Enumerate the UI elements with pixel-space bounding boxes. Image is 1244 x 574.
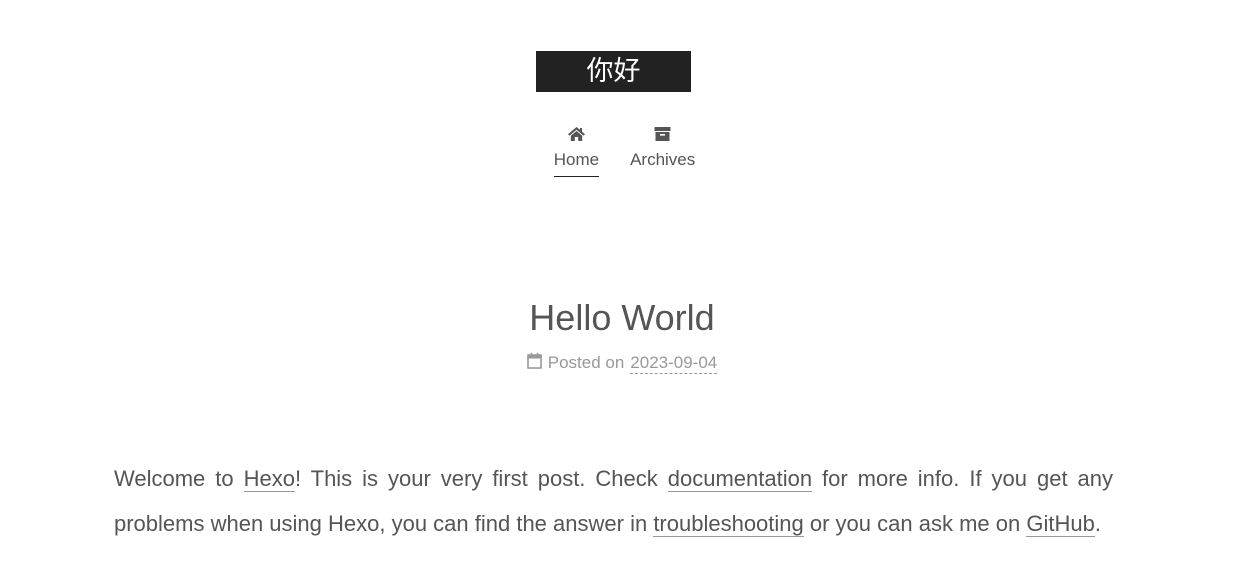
menu-item-label: Archives bbox=[630, 150, 696, 169]
post-body: Welcome to Hexo! This is your very first… bbox=[114, 456, 1113, 546]
page: 你好 Home Archives Hello World Posted on 2… bbox=[0, 0, 1244, 574]
site-brand[interactable]: 你好 bbox=[536, 51, 691, 92]
home-icon bbox=[567, 118, 586, 150]
github-link[interactable]: GitHub bbox=[1026, 511, 1095, 537]
documentation-link[interactable]: documentation bbox=[667, 466, 813, 492]
hexo-link[interactable]: Hexo bbox=[243, 466, 295, 492]
body-text: or you can ask me on bbox=[803, 511, 1027, 536]
calendar-icon bbox=[526, 352, 542, 374]
menu-item-home[interactable]: Home bbox=[553, 118, 600, 177]
body-text: ! This is your very first post. Check bbox=[294, 466, 668, 491]
posted-on-label: Posted on bbox=[547, 353, 625, 372]
menu-item-archives[interactable]: Archives bbox=[630, 118, 695, 177]
post-meta: Posted on 2023-09-04 bbox=[0, 352, 1244, 374]
archive-icon bbox=[654, 118, 671, 150]
post-date: 2023-09-04 bbox=[630, 352, 718, 374]
main-menu: Home Archives bbox=[0, 118, 1244, 177]
troubleshooting-link[interactable]: troubleshooting bbox=[653, 511, 804, 537]
site-title[interactable]: 你好 bbox=[587, 58, 641, 85]
body-text: Welcome to bbox=[114, 466, 244, 491]
body-text: . bbox=[1094, 511, 1101, 536]
menu-item-label: Home bbox=[553, 150, 600, 177]
post-title[interactable]: Hello World bbox=[0, 296, 1244, 340]
